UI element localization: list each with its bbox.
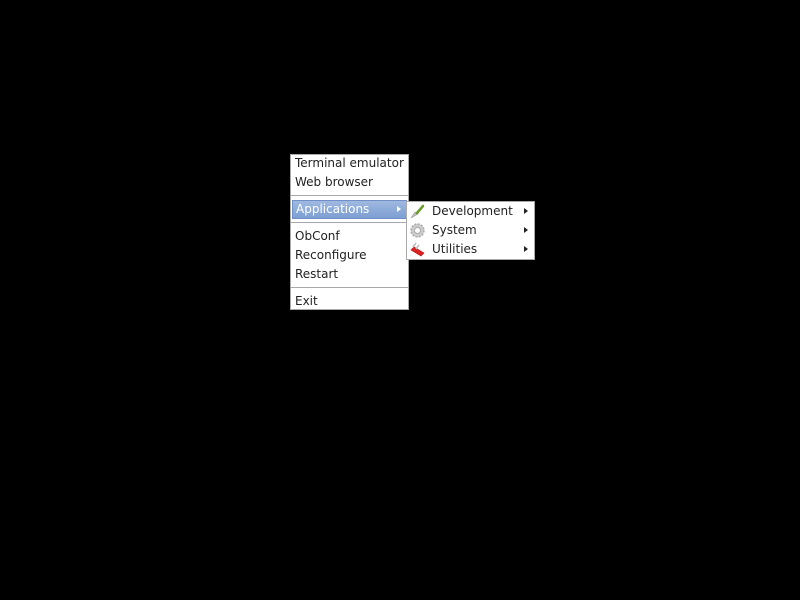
applications-submenu: Development System Utilities — [406, 201, 535, 260]
submenu-arrow-icon — [524, 227, 528, 233]
root-menu: Terminal emulator Web browser Applicatio… — [290, 154, 409, 310]
submenu-item-system[interactable]: System — [407, 221, 534, 240]
submenu-arrow-icon — [524, 208, 528, 214]
menu-item-label: Applications — [296, 202, 370, 216]
menu-separator — [291, 222, 408, 223]
submenu-item-label: System — [432, 223, 477, 237]
menu-item-applications[interactable]: Applications — [292, 200, 407, 219]
submenu-arrow-icon — [524, 246, 528, 252]
gear-icon — [410, 223, 425, 238]
swiss-knife-icon — [410, 242, 425, 257]
menu-item-obconf[interactable]: ObConf — [291, 227, 408, 246]
submenu-item-utilities[interactable]: Utilities — [407, 240, 534, 259]
menu-item-web-browser[interactable]: Web browser — [291, 173, 408, 192]
menu-item-exit[interactable]: Exit — [291, 292, 408, 311]
submenu-arrow-icon — [397, 206, 401, 212]
trowel-icon — [410, 204, 425, 219]
submenu-item-development[interactable]: Development — [407, 202, 534, 221]
menu-item-terminal-emulator[interactable]: Terminal emulator — [291, 154, 408, 173]
menu-item-restart[interactable]: Restart — [291, 265, 408, 284]
submenu-item-label: Utilities — [432, 242, 478, 256]
submenu-item-label: Development — [432, 204, 513, 218]
menu-item-reconfigure[interactable]: Reconfigure — [291, 246, 408, 265]
menu-separator — [291, 195, 408, 196]
menu-separator — [291, 287, 408, 288]
